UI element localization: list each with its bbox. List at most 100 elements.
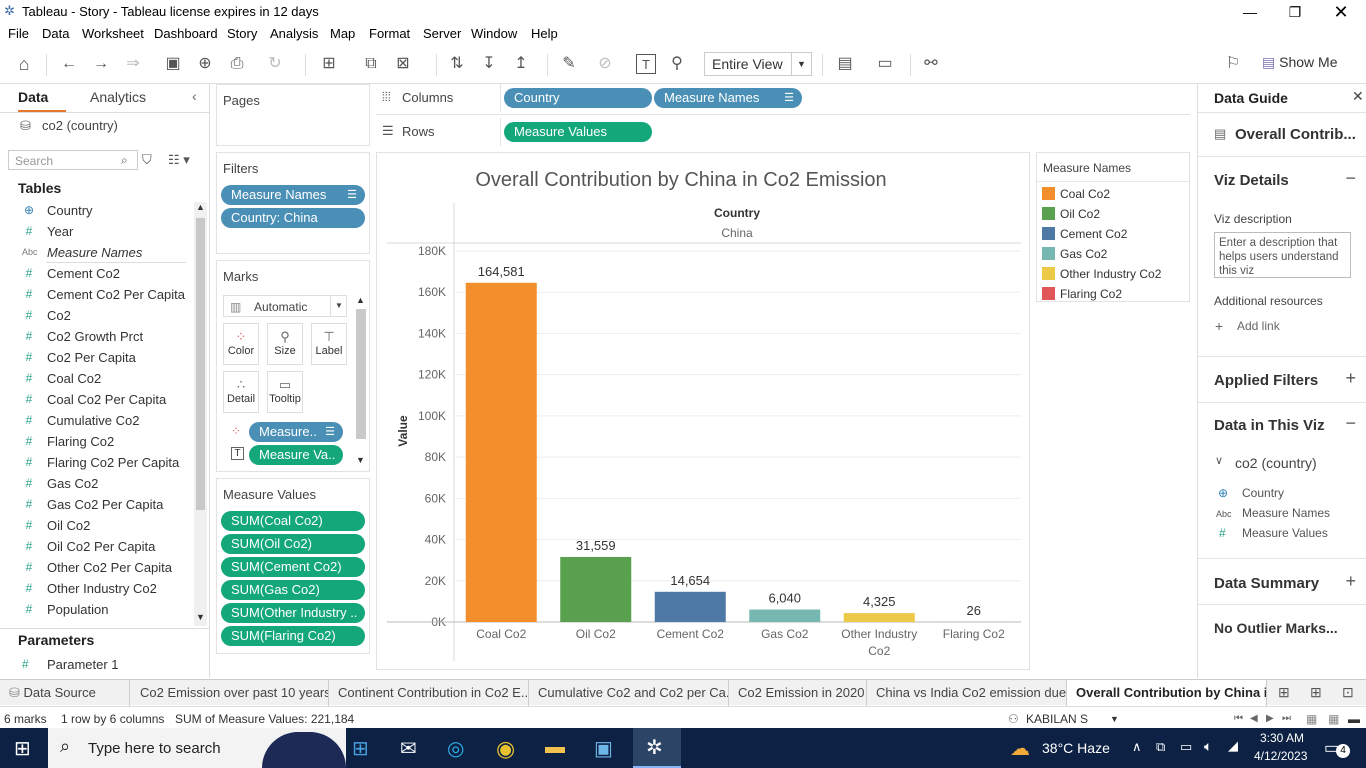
chevron-down-icon[interactable]: ▼ [1110, 714, 1119, 724]
file-explorer-icon[interactable]: ▬ [545, 736, 571, 760]
menu-worksheet[interactable]: Worksheet [82, 26, 144, 41]
sheet-sorter-icon[interactable]: ▦ [1328, 712, 1339, 726]
format-painter-icon[interactable]: ⚐ [1222, 54, 1244, 74]
tab-sheet-active[interactable]: Overall Contribution by China i... [1067, 680, 1267, 706]
collapse-pane-icon[interactable]: ‹ [192, 88, 197, 104]
clock-date[interactable]: 4/12/2023 [1254, 749, 1324, 763]
tab-sheet[interactable]: Co2 Emission over past 10 years [131, 680, 329, 706]
status-user[interactable]: KABILAN S [1026, 712, 1088, 726]
rows-shelf[interactable]: ☰ Rows Measure Values [376, 118, 1190, 146]
restore-icon[interactable]: ❐ [1280, 2, 1310, 22]
field-item[interactable]: # Cement Co2 Per Capita [0, 284, 190, 305]
sheet-nav-first-icon[interactable]: ⏮ [1234, 713, 1243, 724]
menu-format[interactable]: Format [369, 26, 410, 41]
expand-icon[interactable]: + [1345, 571, 1356, 592]
tab-sheet[interactable]: Co2 Emission in 2020 [729, 680, 867, 706]
menu-map[interactable]: Map [330, 26, 355, 41]
new-worksheet-icon[interactable]: ⊞ [318, 54, 340, 74]
filter-icon[interactable]: ⛉ [142, 152, 152, 168]
replay-icon[interactable]: ⇒ [122, 54, 144, 74]
measure-value-pill[interactable]: SUM(Oil Co2) [221, 534, 365, 554]
collapse-icon[interactable]: − [1345, 413, 1356, 434]
viz-description-input[interactable]: Enter a description that helps users und… [1214, 232, 1351, 278]
marks-scrollbar[interactable]: ▲ ▼ [355, 295, 367, 467]
group-icon[interactable]: ⊘ [594, 54, 616, 74]
menu-server[interactable]: Server [423, 26, 461, 41]
pause-updates-icon[interactable]: ⎙ [226, 54, 248, 74]
weather-text[interactable]: 38°C Haze [1042, 740, 1110, 756]
show-mark-labels-icon[interactable]: T [636, 54, 656, 74]
swap-icon[interactable]: ⇅ [446, 54, 468, 74]
windows-start-icon[interactable]: ⊞ [14, 736, 31, 761]
field-item[interactable]: # Year [0, 221, 190, 242]
undo-icon[interactable]: ← [58, 54, 80, 74]
field-item[interactable]: # Cumulative Co2 [0, 410, 190, 431]
columns-shelf[interactable]: ⦙⦙⦙ Columns Country Measure Names ☰ [376, 84, 1190, 112]
tab-sheet[interactable]: China vs India Co2 emission due... [867, 680, 1067, 706]
column-pill-measure-names[interactable]: Measure Names ☰ [654, 88, 802, 108]
applied-filters-heading[interactable]: Applied Filters [1214, 372, 1318, 389]
marks-pill-measure-values[interactable]: Measure Va.. [249, 445, 343, 465]
tooltip-button[interactable]: ▭ Tooltip [267, 371, 303, 413]
menu-story[interactable]: Story [227, 26, 257, 41]
show-cards-icon[interactable]: ▤ [834, 54, 856, 74]
sheet-nav-prev-icon[interactable]: ◀ [1250, 713, 1258, 724]
fix-axes-icon[interactable]: ⚲ [666, 54, 688, 74]
data-summary-heading[interactable]: Data Summary [1214, 575, 1319, 592]
measure-value-pill[interactable]: SUM(Coal Co2) [221, 511, 365, 531]
field-item[interactable]: # Coal Co2 Per Capita [0, 389, 190, 410]
redo-icon[interactable]: → [90, 54, 112, 74]
no-outlier-heading[interactable]: No Outlier Marks... [1214, 620, 1338, 636]
field-item[interactable]: # Gas Co2 [0, 473, 190, 494]
tab-data[interactable]: Data [18, 89, 48, 105]
sort-descending-icon[interactable]: ↥ [510, 54, 532, 74]
collapse-icon[interactable]: − [1345, 168, 1356, 189]
clear-sheet-icon[interactable]: ⊠ [392, 54, 414, 74]
datasource-name[interactable]: co2 (country) [42, 118, 118, 133]
tab-sheet[interactable]: Cumulative Co2 and Co2 per Ca... [529, 680, 729, 706]
new-story-tab-icon[interactable]: ⊡ [1342, 684, 1354, 701]
scroll-down-icon[interactable]: ▼ [356, 455, 365, 465]
guide-datasource[interactable]: co2 (country) [1235, 455, 1317, 471]
menu-dashboard[interactable]: Dashboard [154, 26, 218, 41]
duplicate-sheet-icon[interactable]: ⧉ [360, 54, 382, 74]
field-item[interactable]: # Oil Co2 [0, 515, 190, 536]
refresh-icon[interactable]: ↻ [264, 54, 286, 74]
share-icon[interactable]: ⚯ [920, 54, 942, 74]
field-list-scrollbar[interactable]: ▲ ▼ [194, 202, 207, 626]
menu-window[interactable]: Window [471, 26, 517, 41]
field-item[interactable]: Abc Measure Names [0, 242, 190, 263]
field-item[interactable]: # Oil Co2 Per Capita [0, 536, 190, 557]
fit-dropdown[interactable]: Entire View ▼ [704, 52, 812, 76]
microsoft-store-icon[interactable]: ⊞ [352, 736, 378, 760]
guide-field-measure-names[interactable]: Measure Names [1242, 506, 1330, 520]
network-icon[interactable]: ◢ [1228, 738, 1238, 754]
field-item[interactable]: # Cement Co2 [0, 263, 190, 284]
measure-value-pill[interactable]: SUM(Cement Co2) [221, 557, 365, 577]
new-datasource-icon[interactable]: ⊕ [194, 54, 216, 74]
measure-value-pill[interactable]: SUM(Flaring Co2) [221, 626, 365, 646]
filter-pill-country[interactable]: Country: China [221, 208, 365, 228]
mail-icon[interactable]: ✉ [400, 736, 426, 760]
field-item[interactable]: # Other Industry Co2 [0, 578, 190, 599]
clock-time[interactable]: 3:30 AM [1256, 731, 1304, 745]
size-button[interactable]: ⚲ Size [267, 323, 303, 365]
measure-value-pill[interactable]: SUM(Gas Co2) [221, 580, 365, 600]
view-options-icon[interactable]: ☷ ▾ [168, 152, 190, 168]
detail-button[interactable]: ∴ Detail [223, 371, 259, 413]
chevron-down-icon[interactable]: ∨ [1215, 454, 1223, 467]
field-item[interactable]: # Flaring Co2 Per Capita [0, 452, 190, 473]
edge-icon[interactable]: ◎ [447, 736, 473, 760]
home-icon[interactable]: ⌂ [13, 54, 35, 74]
guide-field-measure-values[interactable]: Measure Values [1242, 526, 1328, 540]
viz-details-heading[interactable]: Viz Details [1214, 172, 1289, 189]
new-worksheet-tab-icon[interactable]: ⊞ [1278, 684, 1290, 701]
tray-chevron-icon[interactable]: ∧ [1132, 739, 1142, 755]
tabs-icon[interactable]: ▬ [1348, 712, 1360, 726]
parameter-1[interactable]: Parameter 1 [47, 657, 119, 672]
field-item[interactable]: # Gas Co2 Per Capita [0, 494, 190, 515]
tab-analytics[interactable]: Analytics [90, 89, 146, 105]
expand-icon[interactable]: + [1345, 368, 1356, 389]
volume-icon[interactable]: 🔈︎ [1204, 738, 1212, 755]
pages-card[interactable]: Pages [216, 84, 370, 146]
